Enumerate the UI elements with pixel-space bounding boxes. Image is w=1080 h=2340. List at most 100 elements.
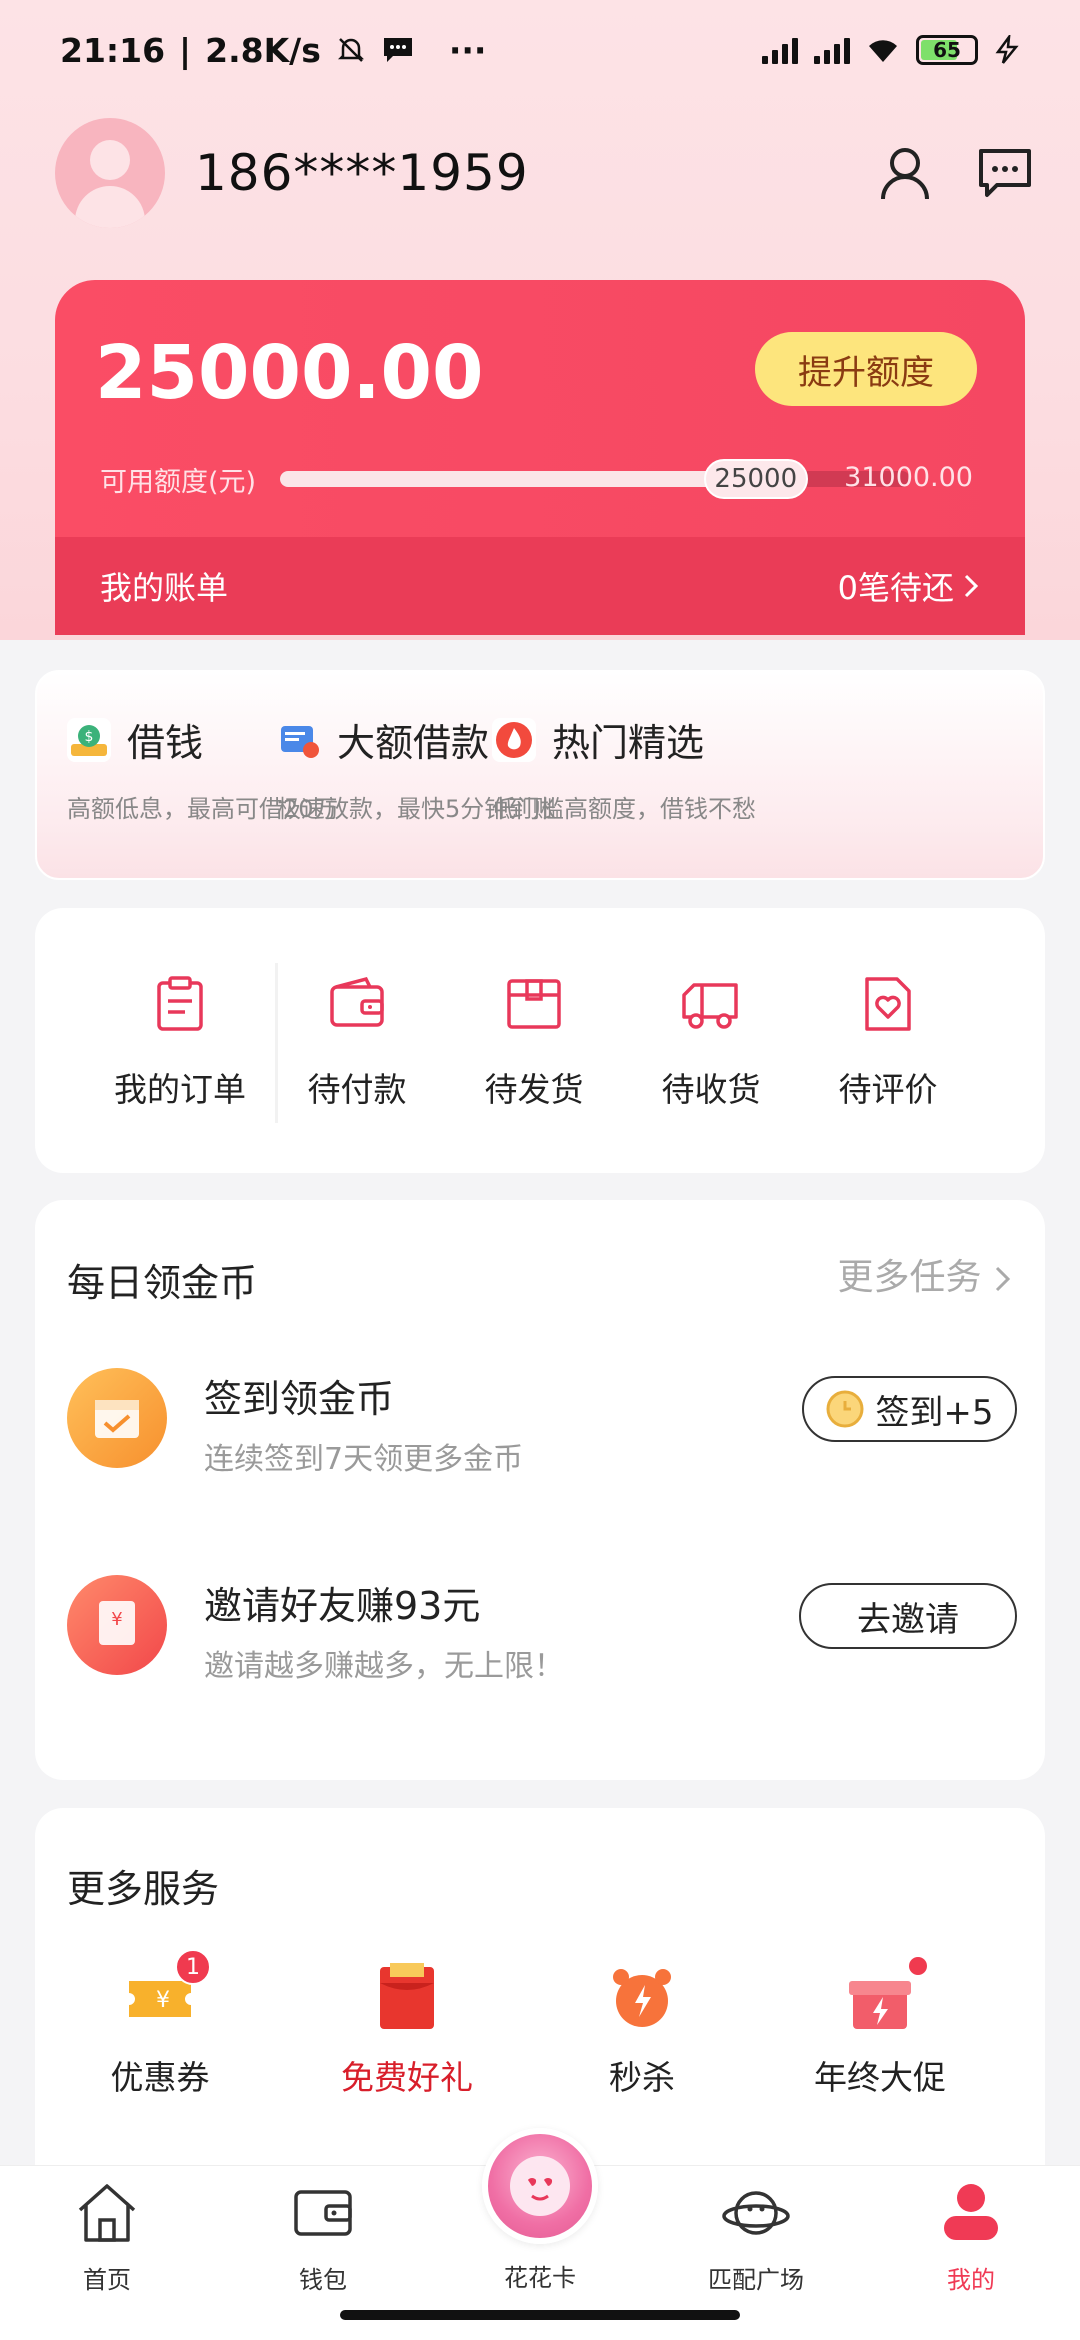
planet-icon xyxy=(722,2191,790,2235)
loan-item-hot[interactable]: 热门精选 低门槛高额度，借钱不愁 xyxy=(492,712,756,824)
nav-home[interactable]: 首页 xyxy=(27,2178,187,2295)
order-pending-payment[interactable]: 待付款 xyxy=(287,973,427,1111)
phone-number: 186****1959 xyxy=(195,144,529,202)
order-label: 我的订单 xyxy=(114,1070,246,1109)
nav-label: 首页 xyxy=(83,2266,131,2294)
more-status-icon: ··· xyxy=(448,30,487,70)
daily-coins-panel: 每日领金币 更多任务 签到领金币 连续签到7天领更多金币 签到+5 ¥ 邀请好友… xyxy=(35,1200,1045,1780)
profile-header: 186****1959 xyxy=(55,118,1035,228)
order-pending-shipment[interactable]: 待发货 xyxy=(464,973,604,1111)
chat-icon[interactable] xyxy=(975,143,1035,203)
wallet-icon xyxy=(330,976,384,1027)
section-title: 每日领金币 xyxy=(67,1261,258,1305)
nav-label: 我的 xyxy=(947,2266,995,2294)
status-separator: | xyxy=(179,30,192,70)
gift-envelope-icon xyxy=(372,1963,442,2033)
order-my-orders[interactable]: 我的订单 xyxy=(110,973,250,1111)
home-indicator[interactable] xyxy=(340,2310,740,2320)
chevron-right-icon xyxy=(964,574,979,598)
heart-doc-icon xyxy=(865,977,911,1031)
svg-text:¥: ¥ xyxy=(111,1609,122,1630)
flower-card-icon[interactable] xyxy=(482,2128,598,2244)
gift-box-icon xyxy=(845,1957,927,2033)
home-icon xyxy=(78,2184,136,2242)
coupon-badge: 1 xyxy=(175,1949,211,1985)
credit-progress-bar: 25000 xyxy=(280,459,910,499)
service-label: 秒杀 xyxy=(609,2058,675,2097)
loan-title: 借钱 xyxy=(127,721,204,765)
red-envelope-icon: ¥ xyxy=(67,1575,167,1675)
message-icon xyxy=(383,38,412,62)
notification-dot xyxy=(909,1957,927,1975)
more-tasks-link[interactable]: 更多任务 xyxy=(838,1248,1013,1300)
service-label: 年终大促 xyxy=(814,2058,946,2097)
svg-text:$: $ xyxy=(85,729,94,745)
task-subtitle: 邀请越多赚越多，无上限！ xyxy=(204,1649,564,1684)
orders-panel: 我的订单 待付款 待发货 待收货 待评价 xyxy=(35,908,1045,1173)
order-label: 待评价 xyxy=(838,1070,938,1109)
alarm-clock-icon xyxy=(607,1963,677,2033)
credit-amount: 25000.00 xyxy=(95,330,484,416)
truck-icon xyxy=(682,983,738,1029)
calendar-icon xyxy=(67,1368,167,1468)
service-coupon[interactable]: ¥ 1 优惠券 xyxy=(60,1949,260,2099)
order-label: 待付款 xyxy=(307,1070,407,1109)
checkin-button-label: 签到+5 xyxy=(875,1392,994,1433)
available-label: 可用额度(元) xyxy=(100,467,257,498)
nav-mine[interactable]: 我的 xyxy=(891,2178,1051,2295)
loan-title: 热门精选 xyxy=(552,721,705,765)
wallet-icon xyxy=(294,2190,352,2236)
status-bar: 21:16 | 2.8K/s ··· 65 xyxy=(0,0,1080,100)
credit-max: 31000.00 xyxy=(844,462,973,493)
nav-label: 钱包 xyxy=(299,2266,347,2294)
task-title: 邀请好友赚93元 xyxy=(204,1584,481,1628)
nav-label: 匹配广场 xyxy=(708,2266,804,2294)
avatar[interactable] xyxy=(55,118,165,228)
service-free-gift[interactable]: 免费好礼 xyxy=(307,1963,507,2099)
signal-icon-2 xyxy=(814,36,850,64)
order-pending-receipt[interactable]: 待收货 xyxy=(641,973,781,1111)
raise-limit-button[interactable]: 提升额度 xyxy=(755,332,977,406)
checkin-button[interactable]: 签到+5 xyxy=(802,1376,1017,1442)
bell-muted-icon xyxy=(337,38,364,62)
coupon-icon: ¥ 1 xyxy=(125,1949,211,2033)
battery-icon: 65 xyxy=(916,35,978,65)
bill-label: 我的账单 xyxy=(100,569,229,607)
nav-label: 花花卡 xyxy=(504,2264,576,2292)
credit-current-value: 25000 xyxy=(703,459,808,499)
loan-title: 大额借款 xyxy=(337,721,490,765)
order-label: 待收货 xyxy=(661,1070,761,1109)
service-flash-sale[interactable]: 秒杀 xyxy=(542,1963,742,2099)
service-year-end-sale[interactable]: 年终大促 xyxy=(780,1957,980,2099)
section-title: 更多服务 xyxy=(67,1867,220,1911)
money-bag-icon: $ xyxy=(67,717,111,762)
bill-status: 0笔待还 xyxy=(837,569,954,607)
task-title: 签到领金币 xyxy=(204,1377,395,1421)
task-invite: ¥ 邀请好友赚93元 邀请越多赚越多，无上限！ 去邀请 xyxy=(67,1575,1017,1695)
chevron-right-icon xyxy=(995,1266,1011,1292)
coin-icon xyxy=(826,1390,864,1428)
nav-match-square[interactable]: 匹配广场 xyxy=(676,2178,836,2295)
more-tasks-label: 更多任务 xyxy=(837,1257,982,1298)
clipboard-icon xyxy=(157,976,203,1031)
user-icon[interactable] xyxy=(875,143,935,203)
svg-text:¥: ¥ xyxy=(156,1988,170,2013)
credit-card: 25000.00 提升额度 可用额度(元) 25000 31000.00 我的账… xyxy=(55,280,1025,635)
nav-wallet[interactable]: 钱包 xyxy=(243,2178,403,2295)
status-time: 21:16 xyxy=(60,30,166,70)
order-pending-review[interactable]: 待评价 xyxy=(818,973,958,1111)
wifi-icon xyxy=(869,40,897,62)
order-label: 待发货 xyxy=(484,1070,584,1109)
card-icon xyxy=(277,718,321,762)
nav-flower-card[interactable]: 花花卡 xyxy=(460,2258,620,2293)
my-bill-row[interactable]: 我的账单 0笔待还 xyxy=(55,537,1025,635)
service-label: 免费好礼 xyxy=(341,2058,473,2097)
box-icon xyxy=(507,979,561,1029)
loan-subtitle: 低门槛高额度，借钱不愁 xyxy=(492,795,756,823)
service-label: 优惠券 xyxy=(110,2058,210,2097)
charging-icon xyxy=(995,35,1019,64)
order-divider xyxy=(275,963,278,1123)
invite-button[interactable]: 去邀请 xyxy=(799,1583,1017,1649)
battery-level: 65 xyxy=(933,38,961,62)
profile-icon xyxy=(944,2184,998,2240)
